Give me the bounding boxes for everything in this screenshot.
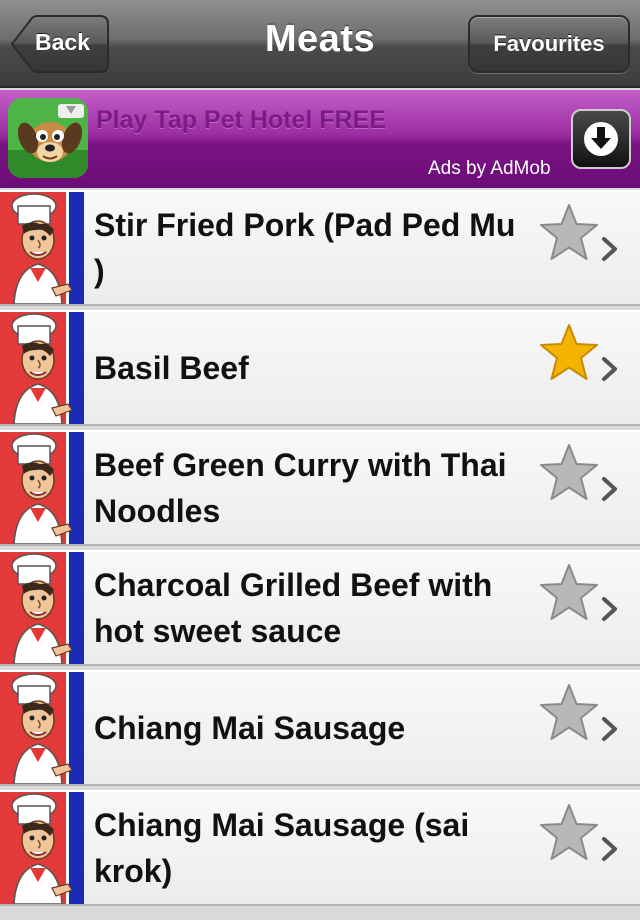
favourite-star-icon[interactable] — [538, 322, 600, 389]
favourite-star-icon[interactable] — [538, 562, 600, 629]
favourite-star-icon[interactable] — [538, 202, 600, 269]
chevron-right-icon — [600, 836, 620, 867]
recipe-title: Charcoal Grilled Beef with hot sweet sau… — [94, 567, 493, 649]
recipe-row[interactable]: Stir Fried Pork (Pad Ped Mu ) — [0, 190, 640, 306]
recipe-row[interactable]: Charcoal Grilled Beef with hot sweet sau… — [0, 550, 640, 666]
download-icon[interactable] — [571, 109, 631, 169]
favourites-button[interactable]: Favourites — [468, 15, 630, 73]
puppy-app-icon[interactable] — [8, 98, 88, 178]
chevron-right-icon — [600, 716, 620, 747]
recipe-row[interactable]: Chiang Mai Sausage — [0, 670, 640, 786]
ad-attribution: Ads by AdMob — [428, 158, 551, 179]
recipe-title: Beef Green Curry with Thai Noodles — [94, 447, 507, 529]
recipe-row[interactable]: Basil Beef — [0, 310, 640, 426]
recipe-title: Chiang Mai Sausage — [94, 710, 406, 746]
chef-icon — [0, 432, 84, 544]
recipe-title: Chiang Mai Sausage (sai krok) — [94, 807, 470, 889]
chef-icon — [0, 672, 84, 784]
chevron-right-icon — [600, 356, 620, 387]
favourite-star-icon[interactable] — [538, 682, 600, 749]
recipe-title: Basil Beef — [94, 350, 249, 386]
favourite-star-icon[interactable] — [538, 442, 600, 509]
recipe-row[interactable]: Chiang Mai Sausage (sai krok) — [0, 790, 640, 906]
chef-icon — [0, 552, 84, 664]
ad-title: Play Tap Pet Hotel FREE — [96, 106, 386, 134]
chef-icon — [0, 792, 84, 904]
recipe-row[interactable]: Beef Green Curry with Thai Noodles — [0, 430, 640, 546]
chevron-right-icon — [600, 476, 620, 507]
chevron-right-icon — [600, 596, 620, 627]
chef-icon — [0, 312, 84, 424]
chevron-right-icon — [600, 236, 620, 267]
favourite-star-icon[interactable] — [538, 802, 600, 869]
chef-icon — [0, 192, 84, 304]
ad-banner[interactable]: Play Tap Pet Hotel FREE Ads by AdMob — [0, 90, 640, 188]
navigation-bar: Back Meats Favourites — [0, 0, 640, 88]
recipe-title: Stir Fried Pork (Pad Ped Mu ) — [94, 207, 516, 289]
